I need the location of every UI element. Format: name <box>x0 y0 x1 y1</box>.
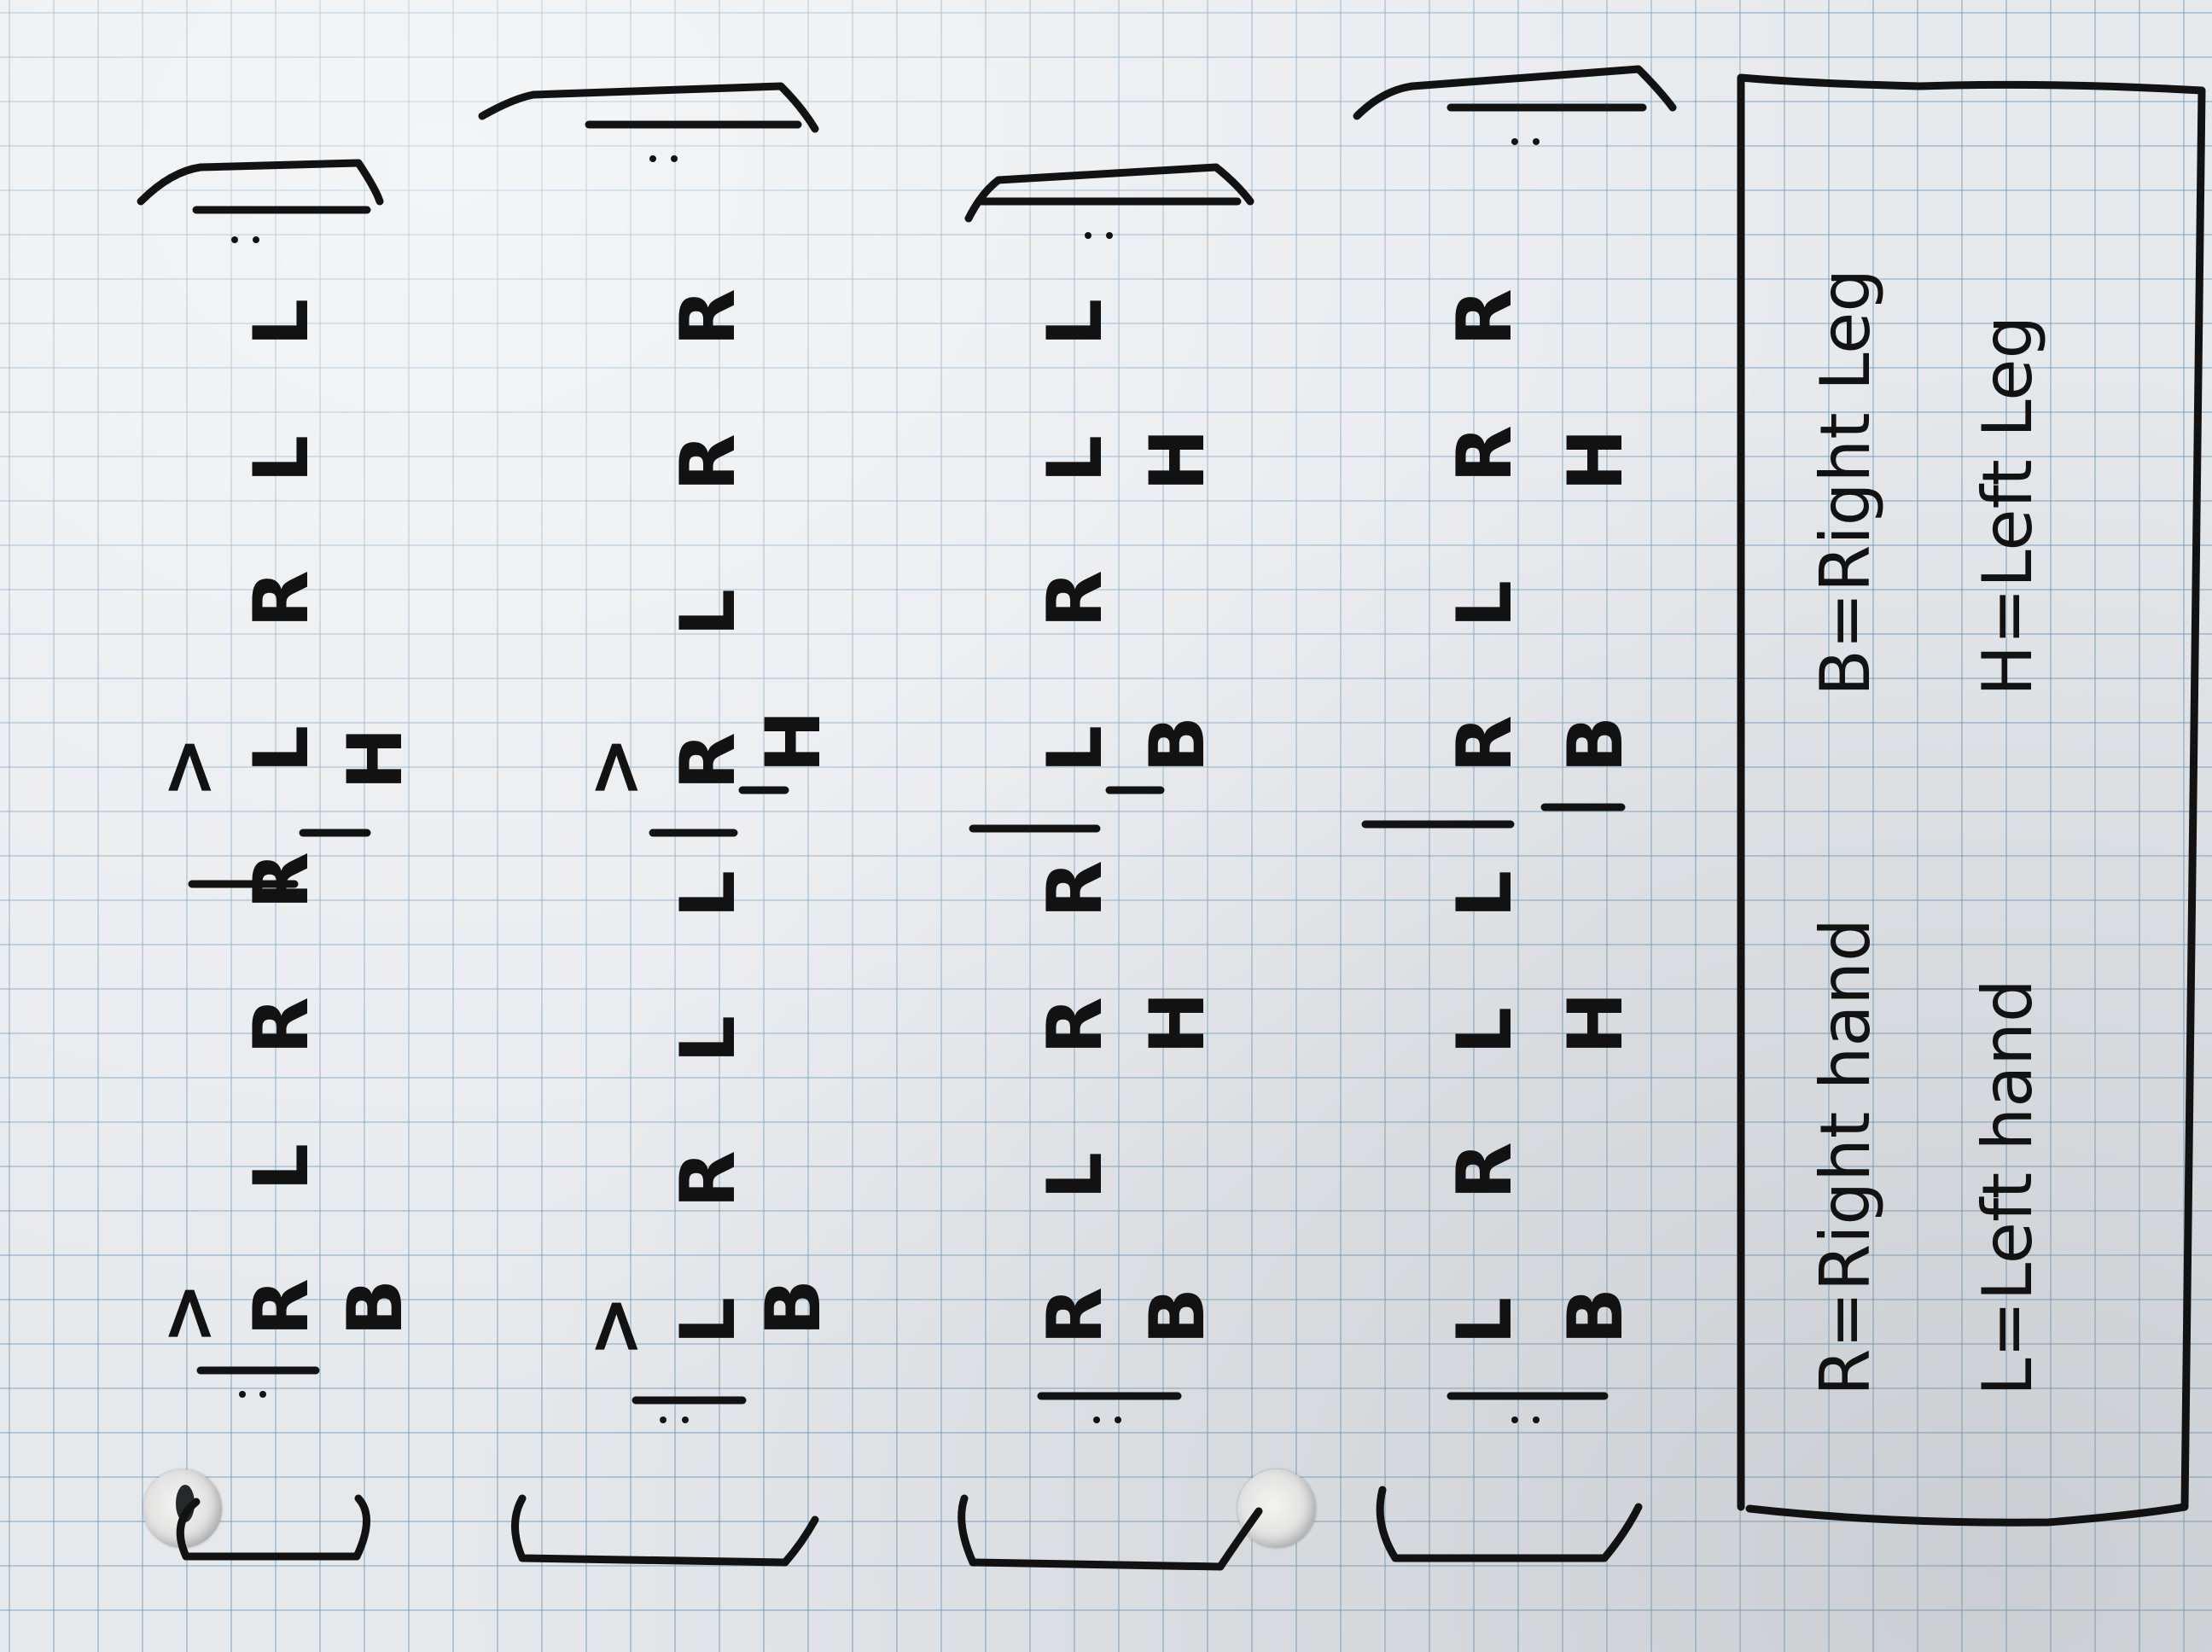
limb-1-1: B <box>331 1279 419 1336</box>
legend: R=Right hand L=Left hand B=Right Leg H=L… <box>1806 269 2047 1396</box>
stick-3-4: R <box>1031 860 1119 918</box>
limb-3-1: B <box>1133 1288 1221 1345</box>
stick-row-4: L R L L R L R R B H B H <box>1441 288 1639 1345</box>
limb-2-1: B <box>749 1279 837 1336</box>
stick-3-6: R <box>1031 570 1119 628</box>
stick-1-4: R <box>237 852 325 910</box>
stick-1-6: R <box>237 570 325 628</box>
stick-1-1: R <box>237 1278 325 1336</box>
stick-4-1: L <box>1441 1297 1528 1345</box>
limb-4-3: B <box>1551 716 1639 773</box>
repeat-open-bracket-1 <box>176 1494 370 1561</box>
repeat-close-bracket-1 <box>137 159 384 206</box>
legend-right-leg: B=Right Leg <box>1806 269 1885 696</box>
stick-4-4: L <box>1441 870 1528 918</box>
limb-3-4: H <box>1133 428 1221 492</box>
limb-1-2: H <box>331 727 419 790</box>
limb-3-2: H <box>1133 992 1221 1055</box>
repeat-open-bracket-2 <box>511 1494 819 1567</box>
handwritten-notation: R L R R L R L L > > B H L R L L R L R R … <box>0 0 2212 1652</box>
stick-4-8: R <box>1441 288 1528 346</box>
limb-4-4: H <box>1551 428 1639 492</box>
stick-4-6: L <box>1441 580 1528 628</box>
graph-paper: R L R R L R L L > > B H L R L L R L R R … <box>0 0 2212 1652</box>
stick-3-5: L <box>1031 725 1119 773</box>
stick-3-8: L <box>1031 299 1119 346</box>
stick-1-8: L <box>237 299 325 346</box>
stick-1-2: L <box>237 1143 325 1191</box>
stick-3-1: R <box>1031 1287 1119 1345</box>
limb-4-1: B <box>1551 1288 1639 1345</box>
stick-3-3: R <box>1031 997 1119 1055</box>
legend-right-hand: R=Right hand <box>1806 918 1885 1396</box>
stick-1-5: L <box>237 725 325 773</box>
notation-svg: R L R R L R L L > > B H L R L L R L R R … <box>137 65 2206 1571</box>
limb-3-3: B <box>1133 716 1221 773</box>
limb-4-2: H <box>1551 992 1639 1055</box>
limb-2-2: H <box>749 710 837 773</box>
legend-left-leg: H=Left Leg <box>1968 316 2047 696</box>
stick-2-6: L <box>664 589 752 637</box>
stick-2-8: R <box>664 288 752 346</box>
legend-left-hand: L=Left hand <box>1968 979 2047 1396</box>
stick-4-7: R <box>1441 425 1528 483</box>
stick-row-1: R L R R L R L L > > B H <box>143 299 419 1345</box>
accent-1-2: > <box>143 736 231 799</box>
stick-2-2: R <box>664 1150 752 1208</box>
stick-4-2: R <box>1441 1142 1528 1200</box>
stick-2-5: R <box>664 732 752 790</box>
accent-2-2: > <box>570 736 658 799</box>
stick-2-7: R <box>664 433 752 492</box>
stick-row-2: L R L L R L R R > > B H <box>570 288 837 1358</box>
stick-2-3: L <box>664 1015 752 1063</box>
stick-2-4: L <box>664 870 752 918</box>
repeat-open-bracket-3 <box>958 1494 1263 1571</box>
accent-2-1: > <box>570 1294 658 1358</box>
stick-4-5: R <box>1441 715 1528 773</box>
accent-1-1: > <box>143 1282 231 1345</box>
stick-row-3: R L R R L R L L B H B H <box>1031 299 1221 1345</box>
stick-1-7: L <box>237 435 325 483</box>
stick-3-2: L <box>1031 1152 1119 1200</box>
stick-4-3: L <box>1441 1007 1528 1055</box>
stick-2-1: L <box>664 1297 752 1345</box>
repeat-close-bracket-3 <box>964 163 1254 223</box>
stick-1-3: R <box>237 997 325 1055</box>
repeat-open-bracket-4 <box>1376 1486 1643 1562</box>
stick-3-7: L <box>1031 435 1119 483</box>
